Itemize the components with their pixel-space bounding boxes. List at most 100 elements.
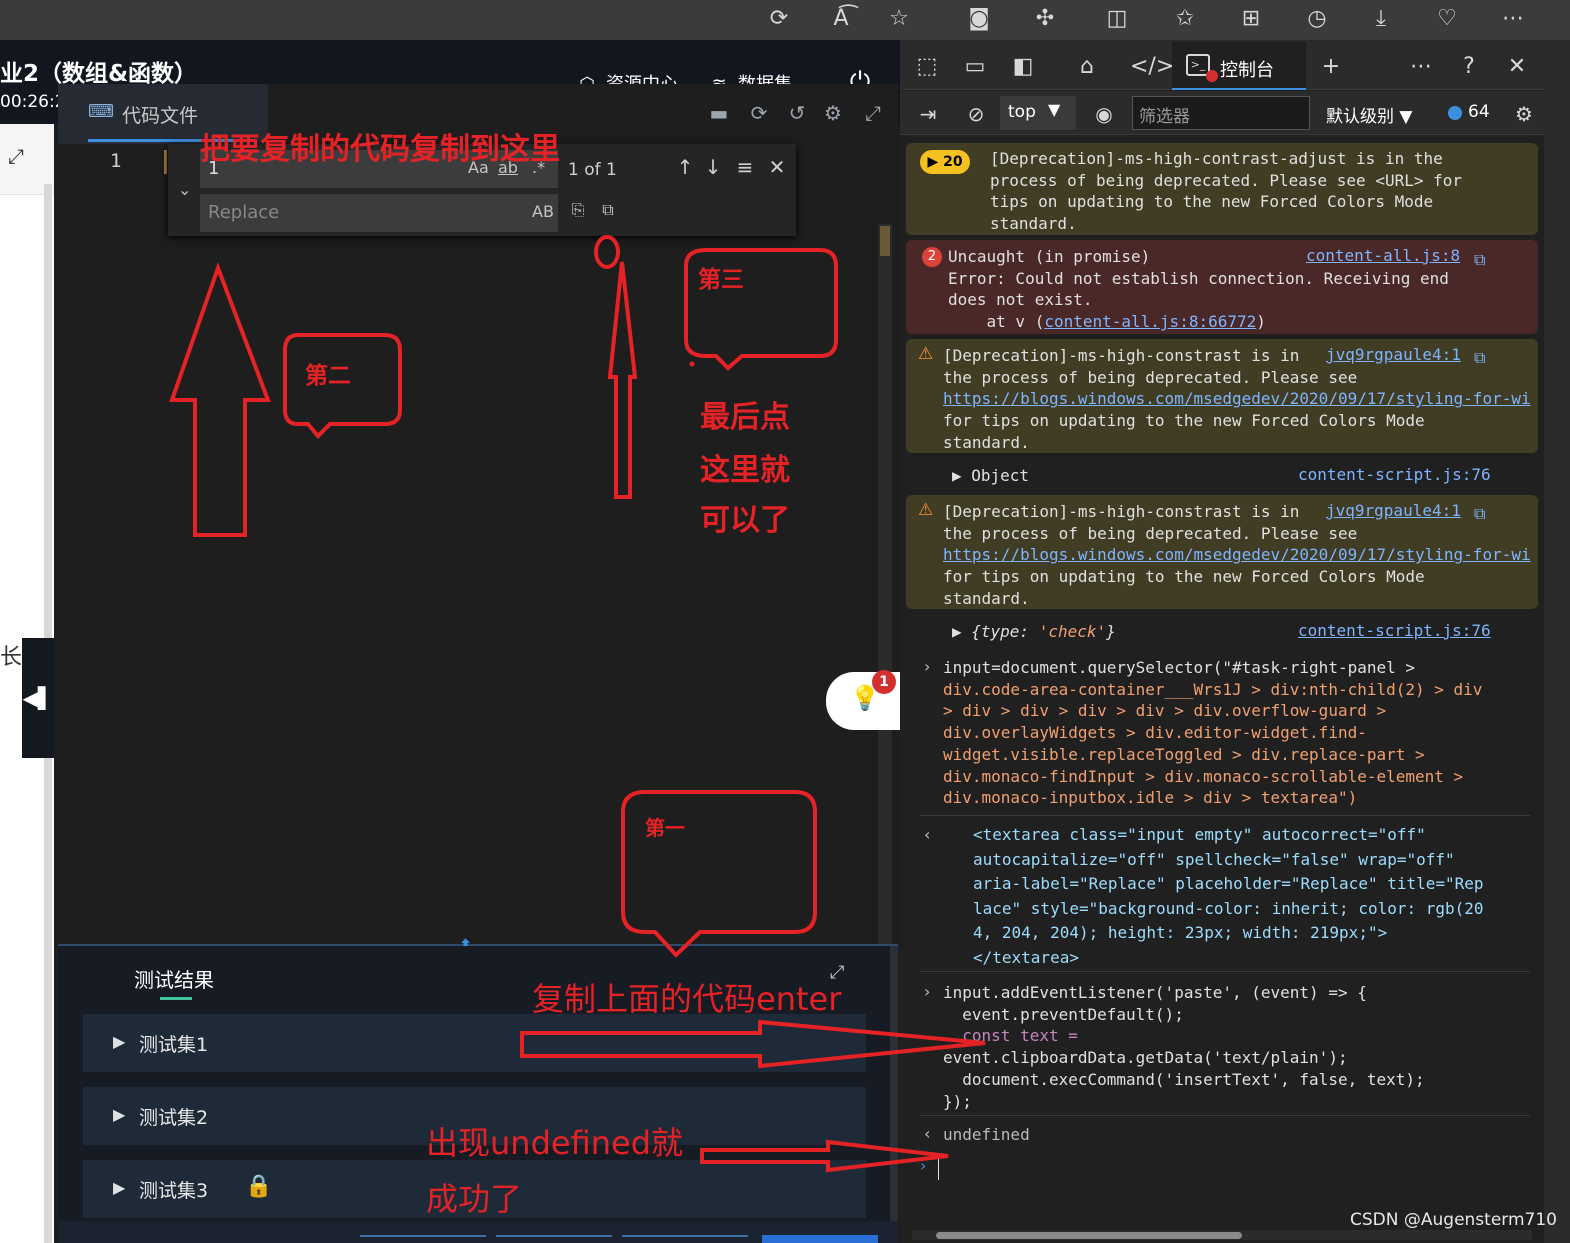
annotation-step1: 第一 (645, 816, 685, 840)
live-expression-icon[interactable]: ◉ (1090, 100, 1118, 128)
collapse-panel-button[interactable]: ◀▌ (22, 638, 54, 758)
source-link[interactable]: content-all.js:8 (1306, 246, 1460, 265)
source-link[interactable]: content-script.js:76 (1298, 465, 1491, 484)
test-set-row[interactable]: ▶ 测试集1 (83, 1014, 866, 1072)
source-link[interactable]: content-script.js:76 (1298, 621, 1491, 640)
close-icon[interactable]: ✕ (1502, 52, 1532, 82)
health-icon[interactable]: ♡ (1430, 2, 1464, 36)
editor-scrollbar[interactable] (878, 224, 892, 944)
action-button[interactable] (360, 1235, 486, 1243)
console-input[interactable] (938, 1156, 939, 1180)
split-screen-icon[interactable]: ◫ (1100, 2, 1134, 36)
fullscreen-icon[interactable]: ⤢ (860, 100, 886, 126)
annotation-top-note: 把要复制的代码复制到这里 (200, 132, 560, 167)
arrow-down-icon[interactable]: ↓ (700, 154, 726, 180)
divider (920, 971, 1530, 972)
source-link[interactable]: jvq9rgpaule4:1 (1326, 501, 1461, 520)
help-icon[interactable]: ? (1454, 52, 1484, 82)
code-line: div.overlayWidgets > div.editor-widget.f… (943, 723, 1367, 743)
close-icon[interactable]: ✕ (764, 154, 790, 180)
profile-icon[interactable]: ◙ (962, 2, 996, 36)
find-in-selection-icon[interactable]: ≡ (732, 154, 758, 180)
read-aloud-icon[interactable]: A͡ (824, 2, 858, 36)
test-set-label: 测试集1 (139, 1034, 209, 1056)
results-title[interactable]: 测试结果 (134, 964, 214, 993)
group-count-badge[interactable]: ▶ 20 (920, 150, 970, 174)
code-line: autocapitalize="off" spellcheck="false" … (973, 849, 1455, 869)
action-button[interactable] (496, 1235, 612, 1243)
console-hscrollbar-thumb[interactable] (936, 1232, 1242, 1239)
log-line: for tips on updating to the new Forced C… (943, 567, 1425, 587)
source-link[interactable]: content-all.js:8:66772 (1044, 312, 1256, 331)
log-level-select[interactable]: 默认级别 ▼ (1326, 102, 1412, 127)
dock-icon[interactable]: ◧ (1008, 52, 1038, 82)
error-dot-icon (1206, 70, 1218, 82)
inspect-icon[interactable]: ⬚ (912, 52, 942, 82)
more-icon[interactable]: ⋯ (1496, 2, 1530, 36)
copilot-icon[interactable]: ⧉ (1474, 348, 1485, 368)
watermark: CSDN @Augensterm710 (1350, 1210, 1557, 1230)
divider (920, 815, 1530, 816)
log-line: for tips on updating to the new Forced C… (943, 411, 1425, 431)
group-count: 20 (943, 154, 963, 170)
code-line: aria-label="Replace" placeholder="Replac… (973, 874, 1484, 893)
editor-scrollbar-thumb[interactable] (880, 226, 890, 256)
preserve-case-toggle[interactable]: AB (532, 202, 554, 221)
context-select[interactable]: top (1000, 96, 1076, 130)
code-line: input.addEventListener('paste', (event) … (943, 983, 1367, 1002)
code-line: document.execCommand('insertText', false… (943, 1069, 1425, 1089)
console-result[interactable]: <textarea class="input empty" autocorrec… (973, 823, 1484, 970)
source-link[interactable]: jvq9rgpaule4:1 (1326, 345, 1461, 364)
replace-input[interactable]: Replace (200, 194, 558, 232)
arrow-up-icon[interactable]: ↑ (672, 154, 698, 180)
downloads-icon[interactable]: ⤓ (1364, 2, 1398, 36)
code-line: }); (943, 1091, 972, 1111)
object-log[interactable]: ▶ Object (952, 465, 1029, 487)
copilot-icon[interactable]: ⧉ (1474, 250, 1485, 270)
extensions-icon[interactable]: ✣ (1028, 2, 1062, 36)
favorite-star-icon[interactable]: ☆ (882, 2, 916, 36)
issues-count[interactable]: 64 (1468, 102, 1490, 122)
submit-button[interactable] (762, 1235, 878, 1243)
action-button[interactable] (622, 1235, 748, 1243)
sidebar-toggle-icon[interactable]: ⇥ (914, 100, 942, 128)
code-line: input=document.querySelector("#task-righ… (943, 658, 1416, 677)
elements-icon[interactable]: </> (1130, 52, 1174, 82)
home-icon[interactable]: ⌂ (1072, 52, 1102, 82)
filter-input[interactable]: 筛选器 (1132, 96, 1310, 130)
chevron-down-icon[interactable]: ⌄ (178, 180, 191, 199)
sidebar-text: 长 (0, 645, 23, 670)
expand-icon[interactable]: ⤢ (8, 144, 24, 168)
results-scrollbar[interactable] (890, 946, 898, 1221)
object-label: Object (971, 466, 1030, 485)
url-link[interactable]: https://blogs.windows.com/msedgedev/2020… (943, 389, 1531, 408)
output-return-icon: ‹ (924, 825, 931, 844)
favorites-icon[interactable]: ✩ (1168, 2, 1202, 36)
folder-icon[interactable]: ▬ (706, 100, 732, 126)
code-line: const text = (943, 1026, 1078, 1046)
collections-icon[interactable]: ⊞ (1234, 2, 1268, 36)
replace-all-icon[interactable]: ⧉ (596, 200, 620, 224)
settings-icon[interactable]: ⚙ (820, 100, 846, 126)
input-prompt-icon: › (924, 657, 931, 676)
clear-console-icon[interactable]: ⊘ (962, 100, 990, 128)
console-result: undefined (943, 1125, 1030, 1144)
object-log[interactable]: ▶ {type: 'check'} (952, 621, 1116, 643)
url-link[interactable]: https://blogs.windows.com/msedgedev/2020… (943, 545, 1531, 564)
object-end: } (1106, 622, 1116, 641)
code-line: div.monaco-findInput > div.monaco-scroll… (943, 766, 1464, 786)
copilot-icon[interactable]: ⧉ (1474, 504, 1485, 524)
log-line: standard. (990, 214, 1077, 234)
caret-right-icon: ▶ (113, 1178, 126, 1197)
replace-icon[interactable]: ⎘ (566, 200, 590, 224)
caret-right-icon: ▶ (113, 1032, 126, 1051)
device-emulation-icon[interactable]: ▭ (960, 52, 990, 82)
history-reset-icon[interactable]: ↺ (784, 100, 810, 126)
history-icon[interactable]: ◷ (1300, 2, 1334, 36)
divider (920, 1115, 1530, 1116)
sync-icon[interactable]: ⟳ (746, 100, 772, 126)
more-icon[interactable]: ⋯ (1406, 52, 1436, 82)
settings-icon[interactable]: ⚙ (1510, 100, 1538, 128)
add-tab-icon[interactable]: + (1316, 52, 1346, 82)
refresh-icon[interactable]: ⟳ (762, 2, 796, 36)
